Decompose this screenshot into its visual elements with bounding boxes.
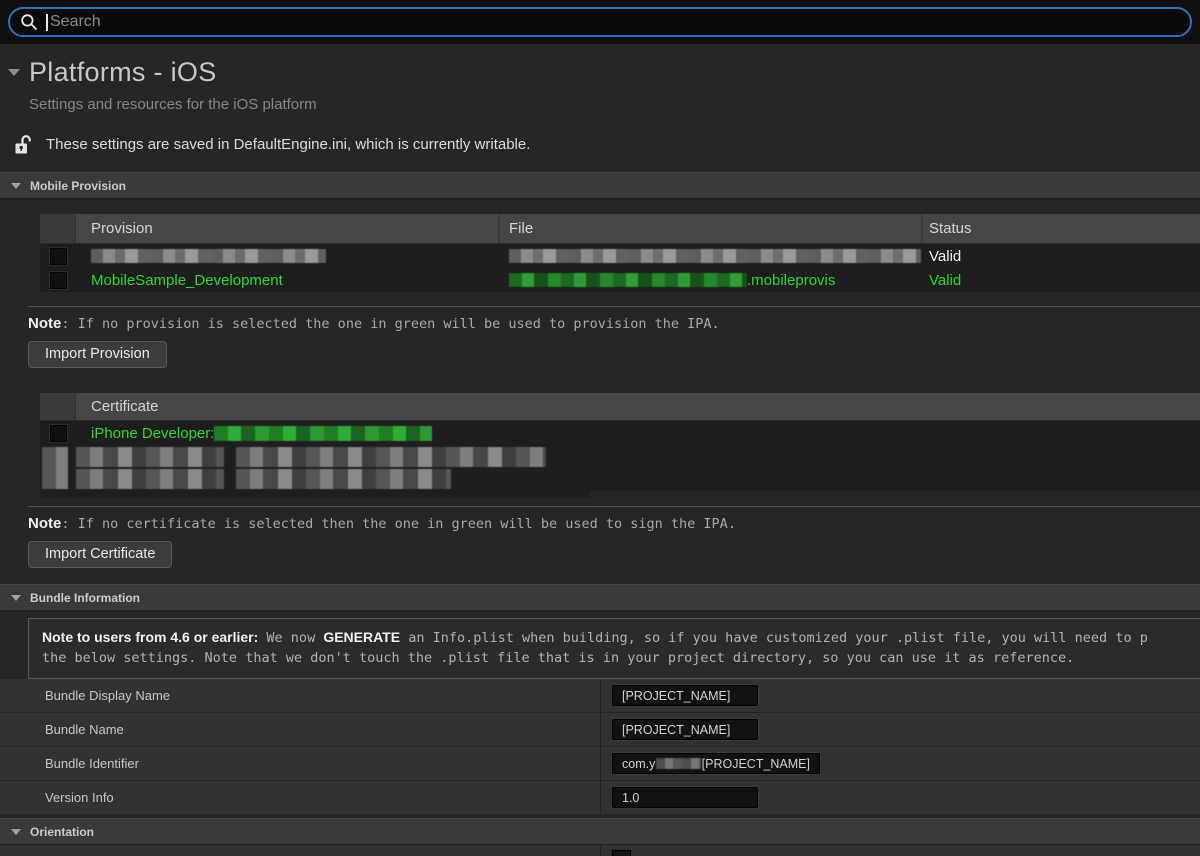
redacted-block bbox=[76, 447, 224, 467]
collapse-arrow-icon[interactable] bbox=[8, 69, 20, 76]
unlock-icon[interactable] bbox=[14, 134, 33, 155]
provision-table: Provision File Status Valid MobileSample… bbox=[40, 214, 1200, 292]
import-certificate-button[interactable]: Import Certificate bbox=[28, 541, 173, 568]
section-collapse-icon bbox=[11, 594, 21, 601]
provision-row-selected-green[interactable]: MobileSample_Development .mobileprovis V… bbox=[40, 268, 1200, 292]
bundle-identifier-input[interactable]: com.y [PROJECT_NAME] bbox=[612, 753, 820, 774]
setting-row-partial bbox=[0, 845, 1200, 856]
setting-row-version-info: Version Info 1.0 bbox=[0, 781, 1200, 815]
section-header-bundle-information[interactable]: Bundle Information bbox=[0, 584, 1200, 611]
redacted-file-name bbox=[509, 249, 921, 263]
section-label: Orientation bbox=[30, 824, 95, 839]
setting-row-bundle-identifier: Bundle Identifier com.y [PROJECT_NAME] bbox=[0, 747, 1200, 781]
certificate-name: iPhone Developer: bbox=[91, 424, 215, 442]
provision-row-redacted[interactable]: Valid bbox=[40, 244, 1200, 268]
page-subtitle: Settings and resources for the iOS platf… bbox=[29, 96, 317, 113]
notice-generate: GENERATE bbox=[323, 629, 401, 645]
provision-note: Note: If no provision is selected the on… bbox=[28, 315, 1200, 332]
bundle-display-name-input[interactable]: [PROJECT_NAME] bbox=[612, 685, 758, 706]
redacted-certificate-name bbox=[214, 425, 433, 441]
checkbox-column-header bbox=[40, 214, 76, 243]
column-header-status[interactable]: Status bbox=[923, 214, 1200, 243]
certificate-table: Certificate iPhone Developer: bbox=[40, 393, 1200, 498]
divider bbox=[28, 506, 1200, 507]
notice-bold-intro: Note to users from 4.6 or earlier: bbox=[42, 629, 259, 645]
bundle-name-input[interactable]: [PROJECT_NAME] bbox=[612, 719, 758, 740]
provision-table-header: Provision File Status bbox=[40, 214, 1200, 244]
note-label: Note bbox=[28, 315, 62, 332]
column-splitter[interactable] bbox=[600, 747, 601, 780]
certificate-table-header: Certificate bbox=[40, 393, 1200, 421]
section-collapse-icon bbox=[11, 182, 21, 189]
notice-text: an Info.plist when building, so if you h… bbox=[400, 630, 1148, 646]
provision-checkbox[interactable] bbox=[49, 271, 67, 289]
top-bar: Search bbox=[0, 0, 1200, 44]
certificate-checkbox[interactable] bbox=[49, 424, 67, 442]
page-header: Platforms - iOS bbox=[8, 57, 1200, 88]
table-edge bbox=[40, 491, 590, 498]
page-title: Platforms - iOS bbox=[29, 57, 217, 87]
notice-text: We now bbox=[258, 630, 324, 646]
section-label: Mobile Provision bbox=[30, 178, 127, 193]
status-valid: Valid bbox=[929, 247, 962, 265]
provision-name: MobileSample_Development bbox=[91, 271, 283, 289]
setting-row-bundle-name: Bundle Name [PROJECT_NAME] bbox=[0, 713, 1200, 747]
notice-text: the below settings. Note that we don't t… bbox=[42, 650, 1075, 666]
text-cursor bbox=[46, 13, 48, 31]
search-placeholder: Search bbox=[50, 13, 101, 30]
redacted-block bbox=[76, 469, 224, 489]
identifier-suffix: [PROJECT_NAME] bbox=[701, 756, 810, 771]
column-header-certificate[interactable]: Certificate bbox=[76, 393, 1200, 420]
column-splitter[interactable] bbox=[600, 781, 601, 814]
note-text: : If no provision is selected the one in… bbox=[61, 316, 720, 332]
section-header-orientation[interactable]: Orientation bbox=[0, 818, 1200, 845]
checkbox-column-header bbox=[40, 393, 76, 420]
note-label: Note bbox=[28, 515, 62, 532]
redacted-company-name bbox=[656, 758, 701, 769]
setting-label: Version Info bbox=[45, 790, 114, 805]
bundle-info-notice: Note to users from 4.6 or earlier: We no… bbox=[28, 618, 1200, 679]
search-input[interactable]: Search bbox=[8, 7, 1192, 37]
redacted-file-name bbox=[509, 273, 747, 287]
note-text: : If no certificate is selected then the… bbox=[61, 516, 736, 532]
provision-checkbox[interactable] bbox=[49, 247, 67, 265]
certificate-row-selected-green[interactable]: iPhone Developer: bbox=[40, 421, 1200, 445]
setting-label: Bundle Identifier bbox=[45, 756, 139, 771]
version-info-input[interactable]: 1.0 bbox=[612, 787, 758, 808]
file-suffix: .mobileprovis bbox=[747, 271, 836, 289]
orientation-checkbox[interactable] bbox=[612, 850, 631, 856]
status-valid: Valid bbox=[929, 271, 962, 289]
redacted-provision-name bbox=[91, 249, 326, 263]
setting-label: Bundle Name bbox=[45, 722, 124, 737]
column-header-provision[interactable]: Provision bbox=[76, 214, 500, 243]
setting-row-bundle-display-name: Bundle Display Name [PROJECT_NAME] bbox=[0, 679, 1200, 713]
identifier-prefix: com.y bbox=[622, 756, 656, 771]
divider bbox=[28, 306, 1200, 307]
redacted-block bbox=[236, 469, 451, 489]
certificate-note: Note: If no certificate is selected then… bbox=[28, 515, 1200, 532]
column-splitter[interactable] bbox=[600, 713, 601, 746]
redacted-block bbox=[236, 447, 546, 467]
search-icon bbox=[21, 14, 37, 30]
certificate-row-redacted[interactable] bbox=[40, 445, 1200, 491]
column-header-file[interactable]: File bbox=[500, 214, 923, 243]
config-file-notice-text: These settings are saved in DefaultEngin… bbox=[46, 136, 531, 153]
section-label: Bundle Information bbox=[30, 590, 140, 605]
section-header-mobile-provision[interactable]: Mobile Provision bbox=[0, 172, 1200, 199]
column-splitter[interactable] bbox=[600, 679, 601, 712]
import-provision-button[interactable]: Import Provision bbox=[28, 341, 167, 368]
config-file-notice: These settings are saved in DefaultEngin… bbox=[14, 134, 1200, 155]
column-splitter[interactable] bbox=[600, 845, 601, 856]
setting-label: Bundle Display Name bbox=[45, 688, 171, 703]
redacted-block bbox=[42, 447, 68, 489]
section-collapse-icon bbox=[11, 828, 21, 835]
